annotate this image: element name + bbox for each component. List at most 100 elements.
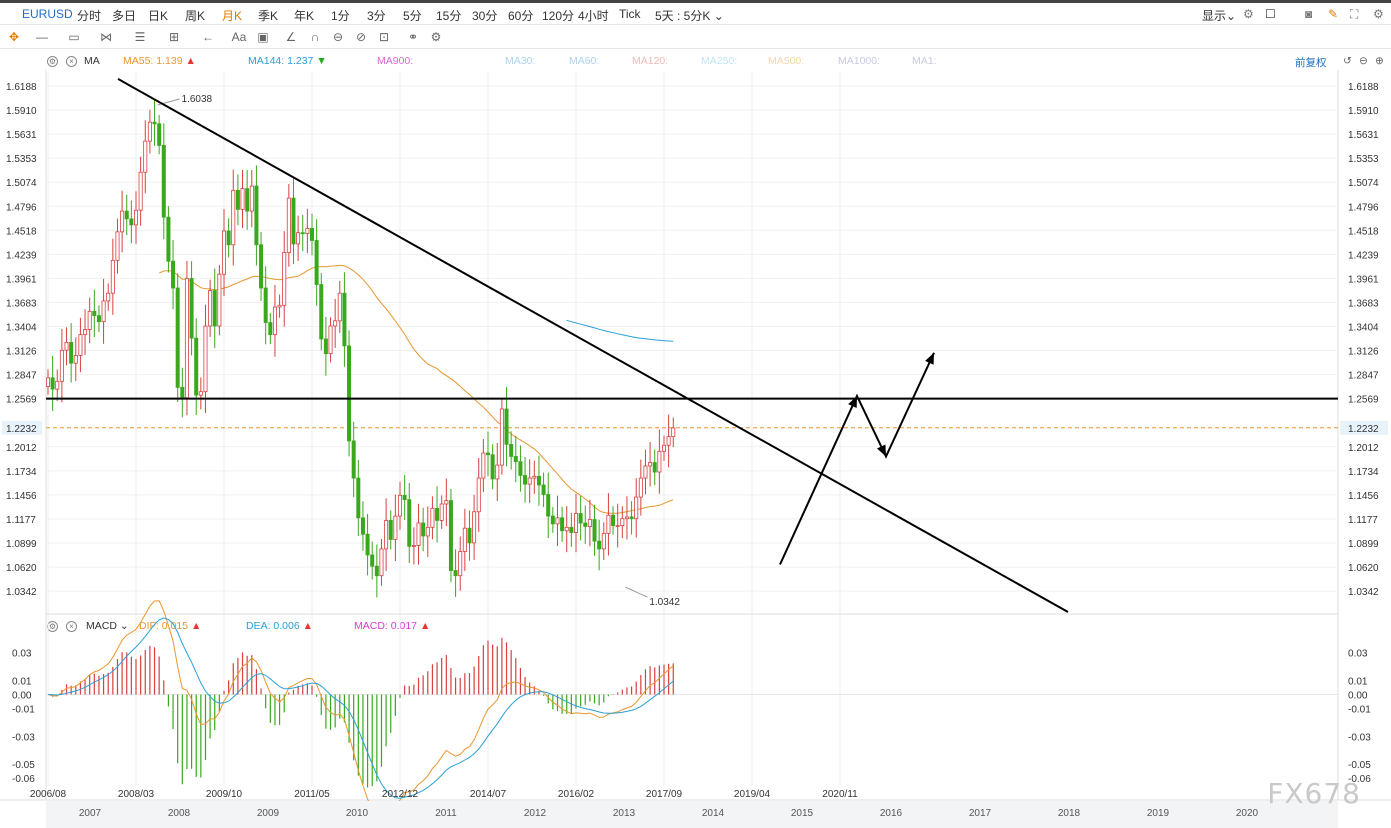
price-tick-left: 1.3126 [6, 347, 37, 358]
candle-body [106, 292, 111, 302]
ma-indicator-name[interactable]: MA [84, 55, 100, 67]
close-icon[interactable]: × [66, 56, 77, 67]
price-tick-left: 1.0342 [6, 587, 37, 598]
period-duori[interactable]: 多日 [112, 7, 136, 24]
close-icon[interactable]: × [66, 621, 77, 632]
undo-icon[interactable]: ↺ [1343, 55, 1352, 67]
checkbox-icon[interactable]: ☐ [1265, 7, 1276, 21]
candle-body [194, 337, 199, 396]
candle-body [592, 519, 597, 542]
magnet-icon[interactable]: ∩ [305, 29, 325, 45]
candle-body [499, 408, 504, 466]
candle-body [444, 500, 449, 505]
period-120min[interactable]: 120分 [542, 7, 574, 24]
period-60min[interactable]: 60分 [508, 7, 533, 24]
zoom-out-icon[interactable]: ⊖ [1359, 55, 1368, 67]
candle-body [152, 121, 157, 125]
period-3min[interactable]: 3分 [367, 7, 386, 24]
display-dropdown[interactable]: 显示⌄ [1202, 7, 1236, 24]
year-tick-label: 2009 [257, 808, 280, 819]
candle-body [467, 527, 472, 544]
candle-body [657, 450, 662, 473]
period-4hour[interactable]: 4小时 [578, 7, 609, 24]
period-quarterly[interactable]: 季K [258, 7, 278, 24]
period-5min[interactable]: 5分 [403, 7, 422, 24]
gear-icon[interactable]: ⚙ [426, 29, 446, 45]
candle-body [46, 377, 51, 387]
chart-canvas[interactable]: 1.6038 1.0342 1.6188 1.6188 1.5910 1.5910 1.5… [0, 0, 1391, 828]
year-tick-label: 2010 [346, 808, 369, 819]
ma55-line [158, 264, 674, 514]
adjust-button[interactable]: 前复权 [1295, 55, 1327, 70]
gear-icon[interactable]: ⚙ [47, 621, 58, 632]
period-weekly[interactable]: 周K [185, 7, 205, 24]
candle-body [328, 325, 333, 355]
candle-body [347, 345, 352, 442]
range-select[interactable]: 5天 : 5分K ⌄ [655, 7, 724, 24]
candle-body [495, 464, 500, 480]
period-daily[interactable]: 日K [148, 7, 168, 24]
date-tick-label: 2012/12 [382, 789, 419, 800]
price-tick-right: 1.6188 [1348, 82, 1379, 93]
candle-body [240, 188, 245, 210]
candle-body [555, 517, 560, 525]
link-icon[interactable]: ⚭ [403, 29, 423, 45]
lock-icon[interactable]: ⊖ [328, 29, 348, 45]
candle-body [402, 494, 407, 501]
pattern-tool-icon[interactable]: ⋈ [96, 29, 116, 45]
fib-tool-icon[interactable]: ☰ [130, 29, 150, 45]
trash-icon[interactable]: ⊡ [374, 29, 394, 45]
gear-icon[interactable]: ⚙ [1243, 7, 1254, 21]
candle-body [147, 121, 152, 142]
price-tag-left [2, 420, 42, 435]
period-15min[interactable]: 15分 [436, 7, 461, 24]
arrow-tool-icon[interactable]: ← [198, 29, 218, 45]
measure-tool-icon[interactable]: ⊞ [164, 29, 184, 45]
drawing-toolbar: ✥ — ▭ ⋈ ☰ ⊞ ← Aa ▣ ∠ ∩ ⊖ ⊘ ⊡ ⚭ ⚙ [0, 25, 1391, 49]
gear-icon[interactable]: ⚙ [47, 56, 58, 67]
symbol-label[interactable]: EURUSD [22, 7, 73, 21]
settings-icon[interactable]: ⚙ [1373, 7, 1384, 21]
macd-indicator-name[interactable]: MACD ⌄ [86, 620, 129, 632]
period-monthly[interactable]: 月K [222, 7, 242, 24]
watermark: FX678 [1267, 777, 1361, 810]
candle-body [333, 320, 338, 327]
price-tick-right: 1.4518 [1348, 226, 1379, 237]
candle-body [546, 494, 551, 517]
zoom-in-icon[interactable]: ⊕ [1375, 55, 1384, 67]
period-fenshi[interactable]: 分时 [77, 7, 101, 24]
pencil-icon[interactable]: ✎ [1328, 7, 1338, 21]
candle-body [416, 522, 421, 546]
dif-label: DIF: 0.015 [139, 620, 189, 632]
period-1min[interactable]: 1分 [331, 7, 350, 24]
rect-tool-icon[interactable]: ▭ [64, 29, 84, 45]
line-tool-icon[interactable]: — [32, 29, 52, 45]
candle-body [453, 570, 458, 577]
candle-body [356, 477, 361, 519]
comment-icon[interactable]: ▣ [253, 29, 273, 45]
candle-body [78, 334, 83, 356]
period-tick[interactable]: Tick [619, 7, 641, 21]
candle-body [277, 304, 282, 308]
price-tick-right: 1.3683 [1348, 298, 1379, 309]
hide-icon[interactable]: ⊘ [351, 29, 371, 45]
move-icon[interactable]: ✥ [4, 29, 24, 45]
year-tick-label: 2018 [1058, 808, 1081, 819]
fullscreen-icon[interactable]: ⛶ [1350, 7, 1358, 22]
annotation-leader [625, 586, 648, 598]
candle-body [87, 310, 92, 330]
candle-body [64, 342, 69, 351]
dea-line [47, 617, 674, 799]
price-tick-left: 1.5074 [6, 178, 37, 189]
text-tool-icon[interactable]: Aa [229, 29, 249, 45]
angle-tool-icon[interactable]: ∠ [281, 29, 301, 45]
price-tick-right: 1.5074 [1348, 178, 1379, 189]
period-yearly[interactable]: 年K [294, 7, 314, 24]
candle-body [624, 516, 629, 520]
period-30min[interactable]: 30分 [472, 7, 497, 24]
candle-body [235, 189, 240, 210]
candle-body [634, 496, 639, 520]
camera-icon[interactable]: ◙ [1305, 7, 1312, 21]
candle-body [560, 517, 565, 532]
macd-tick-right: 0.03 [1348, 649, 1368, 660]
